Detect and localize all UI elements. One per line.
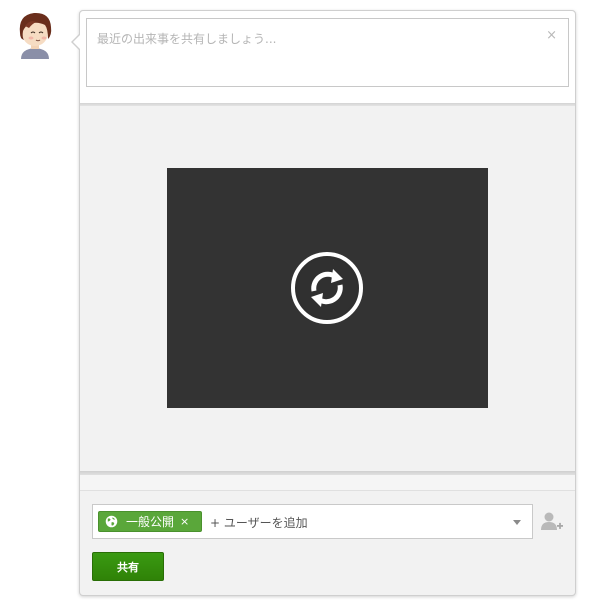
share-button[interactable]: 共有 [92, 552, 164, 581]
chip-label: 一般公開 [126, 515, 175, 529]
compose-area: 最近の出来事を共有しましょう... × [80, 11, 575, 103]
divider-strip [80, 475, 575, 491]
post-text-input[interactable]: 最近の出来事を共有しましょう... × [86, 18, 569, 87]
cartoon-face-avatar-icon [19, 12, 52, 59]
globe-icon [105, 515, 118, 528]
add-people-input[interactable]: + ユーザーを追加 [210, 514, 308, 531]
close-icon[interactable]: × [546, 29, 557, 42]
refresh-button[interactable] [291, 252, 363, 324]
remove-chip-icon[interactable]: × [180, 515, 189, 528]
add-person-button[interactable] [540, 511, 564, 533]
public-audience-chip[interactable]: 一般公開 × [98, 511, 202, 532]
share-box: 最近の出来事を共有しましょう... × 一般公開 × + ユーザーを追加 共有 [71, 10, 576, 596]
avatar [12, 9, 58, 59]
add-person-icon [541, 512, 563, 530]
refresh-icon [291, 252, 363, 324]
chevron-down-icon[interactable] [513, 520, 521, 525]
media-attachment-area [80, 106, 575, 471]
media-preview [167, 168, 488, 408]
audience-picker[interactable]: 一般公開 × + ユーザーを追加 [92, 504, 533, 539]
post-placeholder: 最近の出来事を共有しましょう... [97, 32, 277, 46]
